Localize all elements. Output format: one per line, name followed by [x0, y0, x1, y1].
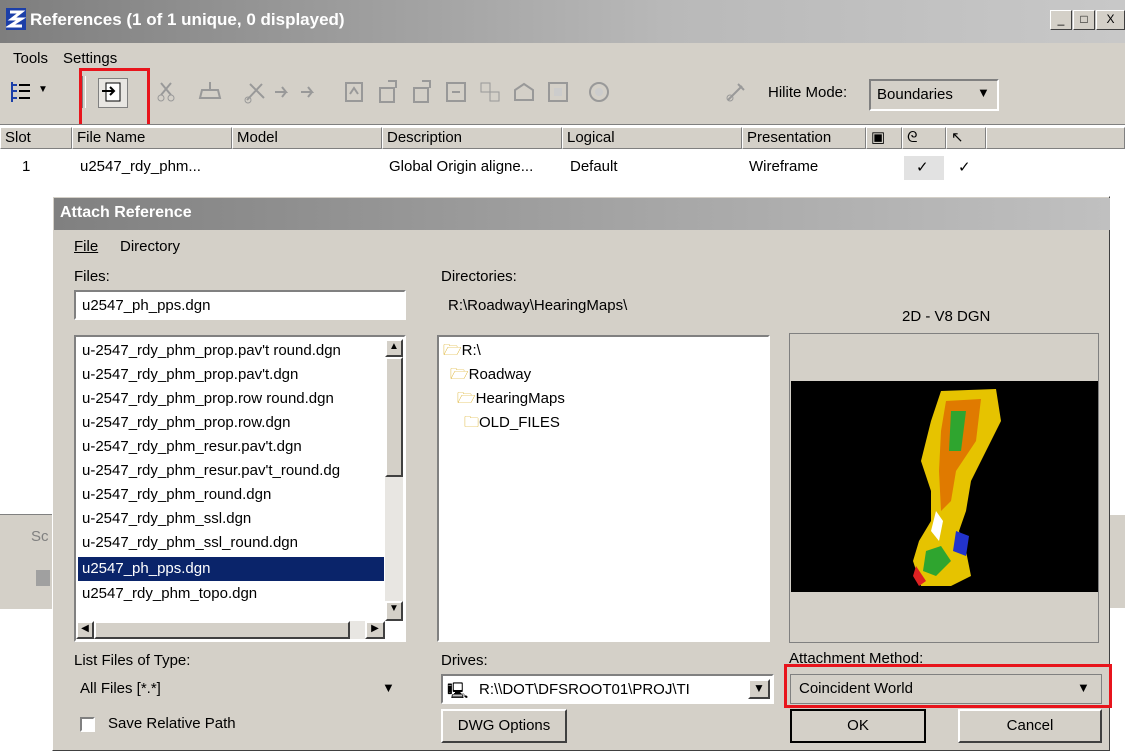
col-header-model[interactable]: Model: [232, 127, 382, 149]
maximize-button[interactable]: □: [1073, 10, 1095, 30]
chevron-down-icon[interactable]: ▼: [748, 679, 770, 699]
mirror-h-icon[interactable]: [408, 78, 436, 106]
scale-icon[interactable]: [374, 78, 402, 106]
list-item[interactable]: u-2547_rdy_phm_prop.row round.dgn: [82, 387, 334, 411]
list-item[interactable]: u-2547_rdy_phm_prop.pav't round.dgn: [82, 339, 341, 363]
files-label: Files:: [74, 268, 110, 285]
col-header-presentation[interactable]: Presentation: [742, 127, 866, 149]
list-item-selected[interactable]: u2547_ph_pps.dgn: [78, 557, 384, 581]
microstation-icon: [6, 8, 26, 30]
open-folder-icon: 🗁: [457, 390, 476, 407]
col-header-snap-icon[interactable]: ᘓ: [902, 127, 946, 149]
col-header-display-icon[interactable]: ▣: [866, 127, 902, 149]
save-relative-label: Save Relative Path: [108, 715, 236, 732]
open-folder-icon: 🗁: [443, 342, 462, 359]
list-type-label: List Files of Type:: [74, 652, 191, 669]
scroll-right-icon[interactable]: ▶: [365, 621, 385, 639]
directory-item[interactable]: 🗀OLD_FILES: [464, 410, 560, 436]
open-folder-icon: 🗁: [450, 366, 469, 383]
reload-icon[interactable]: [196, 78, 224, 106]
attach-menu-directory[interactable]: Directory: [120, 238, 180, 255]
list-item[interactable]: u-2547_rdy_phm_prop.row.dgn: [82, 411, 290, 435]
save-relative-checkbox[interactable]: [80, 717, 95, 732]
row-presentation: Wireframe: [749, 158, 819, 175]
drives-label: Drives:: [441, 652, 488, 669]
chevron-down-icon: ▼: [382, 680, 395, 695]
files-list: u-2547_rdy_phm_prop.pav't round.dgn u-25…: [76, 339, 386, 619]
menu-settings[interactable]: Settings: [63, 50, 117, 67]
dwg-options-button[interactable]: DWG Options: [441, 709, 567, 743]
directory-item[interactable]: 🗁Roadway: [450, 362, 531, 388]
attachment-method-highlight-box: [784, 664, 1112, 708]
attach-highlight-box: [79, 68, 150, 132]
clip-mask-icon[interactable]: [544, 78, 572, 106]
hilite-mode-label: Hilite Mode:: [768, 84, 848, 101]
directory-item[interactable]: 🗁R:\: [443, 338, 481, 364]
col-header-description[interactable]: Description: [382, 127, 562, 149]
close-button[interactable]: X: [1096, 10, 1125, 30]
settings-partial-label: Sc: [31, 528, 49, 545]
clip-boundary-icon[interactable]: [242, 78, 270, 106]
directory-item[interactable]: 🗁HearingMaps: [457, 386, 565, 412]
row-file-name: u2547_rdy_phm...: [80, 158, 201, 175]
list-item[interactable]: u-2547_rdy_phm_prop.pav't.dgn: [82, 363, 298, 387]
copy-icon[interactable]: [298, 78, 326, 106]
menu-tools[interactable]: Tools: [13, 50, 48, 67]
col-header-empty: [986, 127, 1125, 149]
drives-select[interactable]: 🖳 R:\\DOT\DFSROOT01\PROJ\TI ▼: [441, 674, 774, 704]
row-description: Global Origin aligne...: [389, 158, 534, 175]
window-title: References (1 of 1 unique, 0 displayed): [30, 10, 345, 29]
delete-clip-icon[interactable]: [585, 78, 613, 106]
network-drive-icon: 🖳: [447, 683, 469, 700]
directories-label: Directories:: [441, 268, 517, 285]
preview-label: 2D - V8 DGN: [902, 308, 991, 325]
list-item[interactable]: u2547_rdy_phm_topo.dgn: [82, 582, 257, 606]
list-type-select[interactable]: All Files [*.*] ▼: [74, 674, 406, 704]
display-check: ✓: [916, 159, 929, 176]
settings-icon[interactable]: [722, 78, 750, 106]
col-header-logical[interactable]: Logical: [562, 127, 742, 149]
list-item[interactable]: u-2547_rdy_phm_ssl.dgn: [82, 507, 251, 531]
hilite-mode-select[interactable]: Boundaries ▼: [869, 79, 999, 111]
attach-title-bar[interactable]: Attach Reference: [54, 198, 1110, 230]
clip-front-icon[interactable]: [476, 78, 504, 106]
scroll-up-icon[interactable]: ▲: [385, 339, 403, 357]
attach-menu-file[interactable]: File: [74, 238, 98, 255]
chevron-down-icon: ▼: [977, 85, 990, 100]
scroll-down-icon[interactable]: ▼: [385, 601, 403, 621]
minimize-button[interactable]: _: [1050, 10, 1072, 30]
list-view-dropdown-icon[interactable]: ▼: [38, 84, 48, 95]
preview-image: [791, 381, 1098, 592]
scroll-left-icon[interactable]: ◀: [76, 621, 94, 639]
file-name-input[interactable]: u2547_ph_pps.dgn: [74, 290, 406, 320]
list-item[interactable]: u-2547_rdy_phm_ssl_round.dgn: [82, 531, 298, 555]
snap-check: ✓: [958, 159, 971, 176]
col-header-file-name[interactable]: File Name: [72, 127, 232, 149]
cancel-button[interactable]: Cancel: [958, 709, 1102, 743]
scroll-thumb[interactable]: [385, 357, 403, 477]
map-preview-icon: [913, 389, 1001, 586]
current-directory: R:\Roadway\HearingMaps\: [448, 297, 628, 314]
detach-icon[interactable]: [152, 78, 180, 106]
clip-back-icon[interactable]: [510, 78, 538, 106]
col-header-slot[interactable]: Slot: [0, 127, 72, 149]
rotate-icon[interactable]: [340, 78, 368, 106]
row-logical: Default: [570, 158, 618, 175]
hscroll-thumb[interactable]: [94, 621, 350, 639]
move-icon[interactable]: [272, 78, 300, 106]
references-title-bar[interactable]: References (1 of 1 unique, 0 displayed) …: [0, 0, 1125, 43]
list-item[interactable]: u-2547_rdy_phm_resur.pav't.dgn: [82, 435, 302, 459]
ok-button[interactable]: OK: [790, 709, 926, 743]
mirror-v-icon[interactable]: [442, 78, 470, 106]
row-slot: 1: [22, 158, 31, 175]
col-header-locate-icon[interactable]: ↖: [946, 127, 986, 149]
list-view-icon[interactable]: [8, 78, 36, 106]
partial-icon: [36, 570, 50, 586]
folder-icon: 🗀: [464, 414, 480, 431]
list-item[interactable]: u-2547_rdy_phm_resur.pav't_round.dg: [82, 459, 340, 483]
list-item[interactable]: u-2547_rdy_phm_round.dgn: [82, 483, 271, 507]
